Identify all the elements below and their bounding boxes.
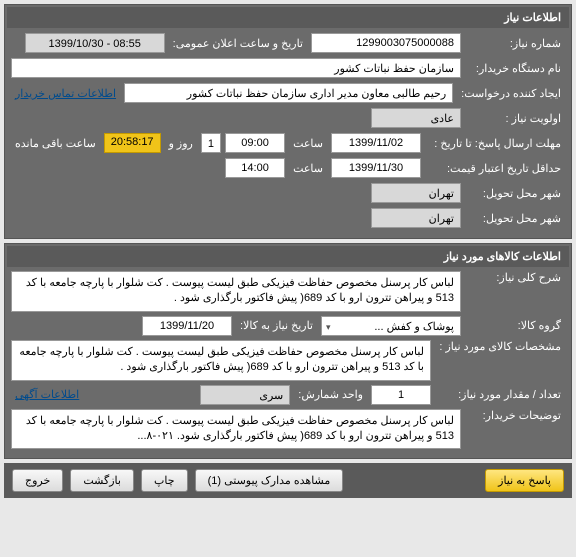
unit-label: واحد شمارش: — [294, 388, 367, 401]
remaining-time: 20:58:17 — [104, 133, 161, 153]
buyer-desc-label: توضیحات خریدار: — [465, 409, 565, 422]
group-select[interactable]: پوشاک و کفش ... — [321, 316, 461, 336]
deadline-label: مهلت ارسال پاسخ: تا تاریخ : — [425, 137, 565, 150]
min-valid-label: حداقل تاریخ اعتبار قیمت: — [425, 162, 565, 175]
delivery-city: تهران — [371, 183, 461, 203]
print-button[interactable]: چاپ — [141, 469, 188, 492]
spec-label: مشخصات کالای مورد نیاز : — [435, 340, 565, 353]
days-value: 1 — [201, 133, 221, 153]
footer-bar: پاسخ به نیاز مشاهده مدارک پیوستی (1) چاپ… — [4, 463, 572, 498]
delivery-city-label: شهر محل تحویل: — [465, 187, 565, 200]
creator-field[interactable] — [124, 83, 453, 103]
exit-button[interactable]: خروج — [12, 469, 63, 492]
priority-label: اولویت نیاز : — [465, 112, 565, 125]
spec-field[interactable] — [11, 340, 431, 381]
req-no-label: شماره نیاز: — [465, 37, 565, 50]
group-label: گروه کالا: — [465, 319, 565, 332]
req-no-field[interactable] — [311, 33, 461, 53]
qty-label: تعداد / مقدار مورد نیاز: — [435, 388, 565, 401]
deadline-date[interactable] — [331, 133, 421, 153]
general-desc-field[interactable] — [11, 271, 461, 312]
contact-link[interactable]: اطلاعات تماس خریدار — [11, 87, 120, 100]
general-desc-label: شرح کلی نیاز: — [465, 271, 565, 284]
time-label-2: ساعت — [289, 162, 327, 175]
need-info-panel: اطلاعات نیاز شماره نیاز: تاریخ و ساعت اع… — [4, 4, 572, 239]
announce-value: 1399/10/30 - 08:55 — [25, 33, 165, 53]
info-link[interactable]: اطلاعات آگهی — [11, 388, 83, 401]
attachments-button[interactable]: مشاهده مدارک پیوستی (1) — [195, 469, 344, 492]
goods-info-panel: اطلاعات کالاهای مورد نیاز شرح کلی نیاز: … — [4, 243, 572, 459]
delivery-loc-label: شهر محل تحویل: — [465, 212, 565, 225]
buyer-desc-field[interactable] — [11, 409, 461, 450]
unit-value: سری — [200, 385, 290, 405]
remain-label: ساعت باقی مانده — [11, 137, 100, 150]
date-to-label: تاریخ نیاز به کالا: — [236, 319, 317, 332]
days-label: روز و — [165, 137, 197, 150]
buyer-label: نام دستگاه خریدار: — [465, 62, 565, 75]
announce-label: تاریخ و ساعت اعلان عمومی: — [169, 37, 307, 50]
qty-field[interactable] — [371, 385, 431, 405]
panel1-title: اطلاعات نیاز — [7, 7, 569, 28]
buyer-field[interactable] — [11, 58, 461, 78]
min-valid-date[interactable] — [331, 158, 421, 178]
respond-button[interactable]: پاسخ به نیاز — [485, 469, 564, 492]
panel2-title: اطلاعات کالاهای مورد نیاز — [7, 246, 569, 267]
delivery-loc: تهران — [371, 208, 461, 228]
deadline-time[interactable] — [225, 133, 285, 153]
time-label-1: ساعت — [289, 137, 327, 150]
creator-label: ایجاد کننده درخواست: — [457, 87, 565, 100]
priority-value: عادی — [371, 108, 461, 128]
date-to-field[interactable] — [142, 316, 232, 336]
back-button[interactable]: بازگشت — [70, 469, 134, 492]
min-valid-time[interactable] — [225, 158, 285, 178]
